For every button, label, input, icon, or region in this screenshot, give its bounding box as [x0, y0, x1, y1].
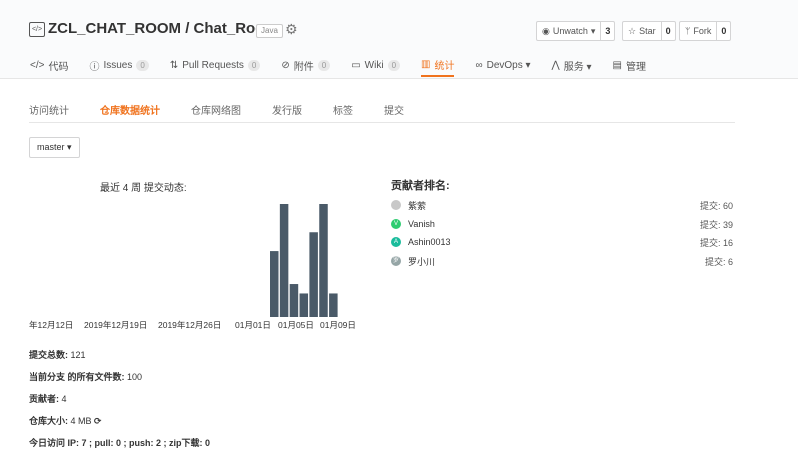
contributor-row[interactable]: 罗 罗小川 提交: 6 [391, 254, 733, 268]
subnav-network[interactable]: 仓库网络图 [191, 102, 241, 117]
tab-services[interactable]: ⋀ 服务 ▾ [552, 54, 592, 77]
x-tick-label: 2019年12月19日 [84, 320, 147, 330]
contributor-commits: 提交: 6 [704, 256, 733, 267]
x-tick-label: 01月05日 [278, 320, 314, 330]
contributor-row[interactable]: A Ashin0013 提交: 16 [391, 235, 733, 249]
tab-statistics[interactable]: ▥ 统计 [421, 54, 455, 77]
stat-repo-size: 仓库大小: 4 MB ⟳ [29, 416, 102, 426]
language-badge: Java [256, 24, 283, 38]
commit-bar [309, 232, 318, 317]
stats-subnav: 访问统计 仓库数据统计 仓库网络图 发行版 标签 提交 [29, 102, 435, 117]
tab-code[interactable]: </> 代码 [30, 54, 68, 77]
tab-wiki[interactable]: ▭ Wiki 0 [351, 54, 401, 77]
tab-issues[interactable]: ⓘ Issues 0 [89, 54, 149, 77]
x-tick-label: 01月01日 [235, 320, 271, 330]
contributor-commits: 提交: 39 [699, 219, 733, 230]
avatar [391, 200, 401, 210]
issue-icon: ⓘ [89, 62, 100, 73]
stat-today-visits: 今日访问 IP: 7 ; pull: 0 ; push: 2 ; zip下载: … [29, 438, 211, 448]
code-icon: </> [30, 60, 45, 71]
repo-tabs: </> 代码 ⓘ Issues 0 ⇅ Pull Requests 0 ⊘ 附件 0 ▭ Wik… [30, 54, 667, 77]
repo-title[interactable]: ZCL_CHAT_ROOM / Chat_Room [48, 20, 278, 37]
branch-selector[interactable]: master ▾ [29, 137, 80, 158]
refresh-icon[interactable]: ⟳ [94, 416, 102, 426]
commit-bar [270, 251, 279, 317]
unwatch-button[interactable]: ◉ Unwatch ▾ 3 [536, 21, 616, 41]
stat-contributors: 贡献者: 4 [29, 394, 67, 404]
repo-icon: </> [29, 22, 45, 37]
fork-icon: ᛘ [685, 26, 691, 36]
commit-bar [299, 293, 309, 317]
manage-icon: ▤ [612, 60, 622, 71]
contributor-name: 紫萦 [408, 200, 427, 211]
contributor-name: Ashin0013 [408, 237, 451, 247]
tab-devops[interactable]: ∞ DevOps ▾ [475, 54, 530, 77]
subnav-repo-data[interactable]: 仓库数据统计 [100, 102, 160, 117]
infinity-icon: ∞ [475, 60, 483, 71]
star-count: 0 [665, 26, 671, 36]
commit-bar [279, 204, 289, 317]
contributor-commits: 提交: 16 [699, 237, 733, 248]
contributors-title: 贡献者排名: [391, 180, 450, 192]
eye-icon: ◉ [542, 25, 550, 36]
contributor-name: 罗小川 [408, 256, 436, 267]
subnav-divider [29, 122, 735, 123]
subnav-visits[interactable]: 访问统计 [29, 102, 69, 117]
star-button[interactable]: ☆ Star 0 [622, 21, 676, 41]
watch-count: 3 [605, 26, 611, 36]
chart-icon: ▥ [421, 59, 431, 70]
pulse-icon: ⋀ [551, 60, 560, 71]
commit-bar [329, 293, 338, 317]
wiki-icon: ▭ [351, 60, 361, 71]
x-tick-label: 01月09日 [320, 320, 356, 330]
contributor-commits: 提交: 60 [699, 200, 733, 211]
stat-files: 当前分支 的所有文件数: 100 [29, 372, 143, 382]
stat-total-commits: 提交总数: 121 [29, 350, 86, 360]
commit-bar [289, 284, 299, 317]
subnav-tags[interactable]: 标签 [333, 102, 353, 117]
x-tick-label: 年12月12日 [29, 320, 73, 330]
avatar: 罗 [391, 256, 401, 266]
tab-pull-requests[interactable]: ⇅ Pull Requests 0 [170, 54, 261, 77]
tab-attachments[interactable]: ⊘ 附件 0 [281, 54, 331, 77]
fork-count: 0 [721, 26, 727, 36]
pull-request-icon: ⇅ [169, 60, 179, 71]
subnav-commits[interactable]: 提交 [384, 102, 404, 117]
tab-manage[interactable]: ▤ 管理 [613, 54, 646, 77]
commit-bar [319, 204, 328, 317]
star-icon: ☆ [628, 25, 637, 36]
x-tick-label: 2019年12月26日 [158, 320, 221, 330]
settings-icon[interactable]: ⚙ [285, 22, 298, 36]
contributor-name: Vanish [408, 219, 435, 229]
avatar: A [391, 237, 401, 247]
commit-chart: 年12月12日 2019年12月19日 2019年12月26日 01月01日 01月05… [29, 204, 356, 330]
avatar: V [391, 219, 401, 229]
subnav-releases[interactable]: 发行版 [272, 102, 302, 117]
fork-button[interactable]: ᛘ Fork 0 [679, 21, 732, 41]
attachment-icon: ⊘ [281, 60, 290, 71]
contributor-row[interactable]: V Vanish 提交: 39 [391, 217, 733, 231]
contributor-row[interactable]: 紫萦 提交: 60 [391, 198, 733, 212]
chevron-down-icon: ▾ [590, 25, 596, 36]
